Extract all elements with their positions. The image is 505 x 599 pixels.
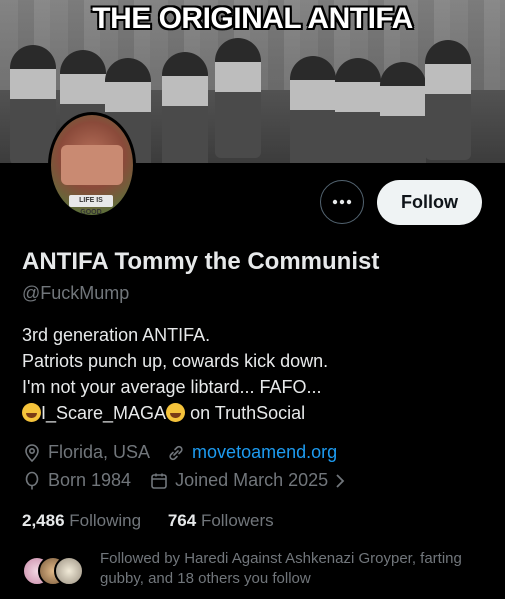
followers-stat[interactable]: 764 Followers	[168, 511, 274, 530]
handle: @FuckMump	[22, 283, 130, 303]
stats: 2,486 Following 764 Followers	[22, 511, 274, 531]
bio-line: 3rd generation ANTIFA.	[22, 325, 211, 345]
bio-line: I_Scare_MAGA on TruthSocial	[22, 400, 328, 426]
link-icon	[169, 445, 183, 460]
joined-text[interactable]: Joined March 2025	[175, 470, 328, 491]
bio: 3rd generation ANTIFA. Patriots punch up…	[22, 322, 328, 426]
following-label: Following	[69, 511, 142, 530]
calendar-icon	[151, 473, 167, 489]
follow-button[interactable]: Follow	[377, 180, 482, 225]
avatar-plate: LIFE IS GOOD	[69, 195, 113, 215]
avatar[interactable]: LIFE IS GOOD	[48, 112, 136, 218]
followed-by-text[interactable]: Followed by Haredi Against Ashkenazi Gro…	[100, 549, 490, 589]
more-horizontal-icon	[332, 199, 352, 205]
website-link[interactable]: movetoamend.org	[192, 442, 337, 463]
followers-count: 764	[167, 511, 197, 530]
chevron-right-icon[interactable]	[334, 473, 346, 489]
avatar-vehicle	[61, 145, 123, 185]
banner-figure	[335, 58, 381, 163]
banner-figure	[215, 38, 261, 158]
banner-figure	[380, 62, 426, 163]
following-count: 2,486	[22, 511, 65, 530]
following-stat[interactable]: 2,486 Following	[22, 511, 141, 530]
born-text: Born 1984	[48, 470, 132, 490]
banner-figure	[162, 52, 208, 163]
location-text: Florida, USA	[48, 442, 151, 462]
bio-tail: on TruthSocial	[185, 403, 306, 423]
meta-row-location: Florida, USA movetoamend.org	[22, 442, 337, 463]
balloon-icon	[25, 471, 39, 489]
followers-label: Followers	[200, 511, 274, 530]
bio-tag[interactable]: I_Scare_MAGA	[41, 403, 166, 423]
display-name: ANTIFA Tommy the Communist	[22, 248, 380, 275]
laughing-emoji-icon	[166, 403, 186, 422]
more-options-button[interactable]	[320, 180, 364, 224]
banner-title: THE ORIGINAL ANTIFA	[92, 2, 413, 35]
follower-avatar[interactable]	[54, 556, 84, 586]
banner-figure	[425, 40, 471, 160]
location-pin-icon	[25, 443, 39, 462]
banner-figure	[290, 56, 336, 163]
bio-line: I'm not your average libtard... FAFO...	[22, 377, 322, 397]
banner-figure	[10, 45, 56, 163]
laughing-emoji-icon	[22, 403, 41, 422]
meta-row-dates: Born 1984 Joined March 2025	[22, 470, 352, 491]
bio-line: Patriots punch up, cowards kick down.	[22, 351, 329, 371]
